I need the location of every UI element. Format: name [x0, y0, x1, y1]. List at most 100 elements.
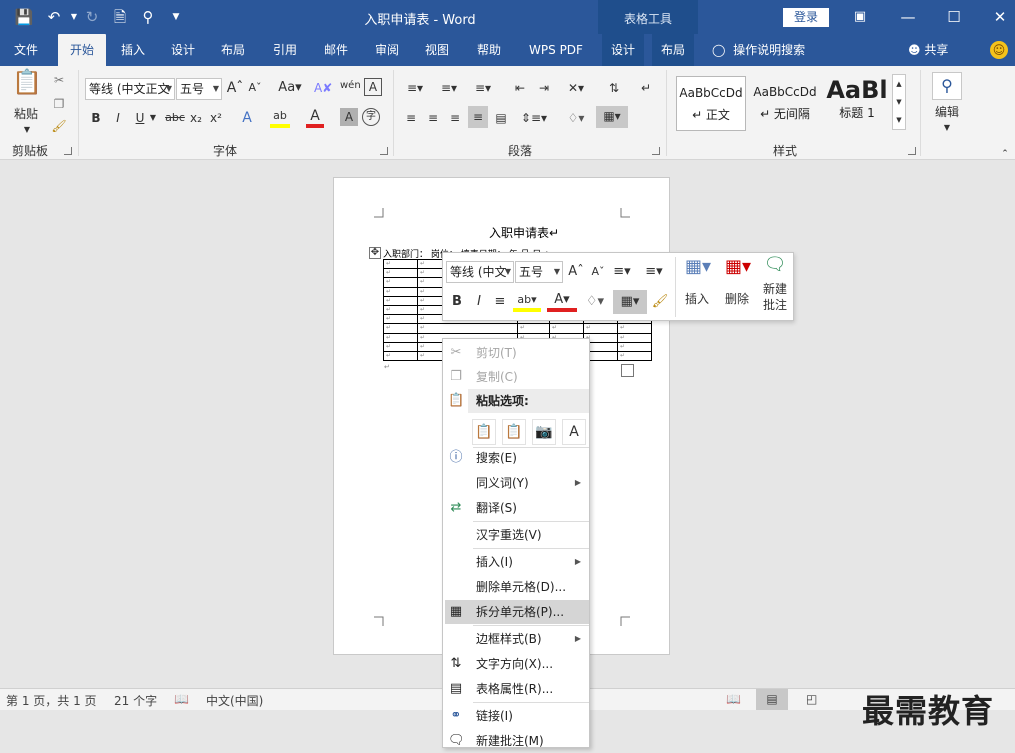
mini-shrink-font-icon[interactable]: Aˇ	[589, 262, 607, 282]
styles-launcher-icon[interactable]	[908, 147, 916, 155]
tab-mailings[interactable]: 邮件	[313, 34, 359, 66]
editing-dropdown-icon[interactable]: ▼	[940, 118, 954, 138]
enclose-characters-icon[interactable]: 字	[362, 108, 380, 126]
share-button[interactable]: ☻ 共享	[908, 34, 948, 66]
table-cell[interactable]: ↵	[383, 332, 418, 343]
decrease-indent-icon[interactable]: ⇤	[510, 78, 530, 98]
tab-insert[interactable]: 插入	[110, 34, 156, 66]
menu-split-cells[interactable]: ▦ 拆分单元格(P)...	[445, 600, 589, 624]
table-cell[interactable]: ↵	[383, 314, 418, 325]
table-delete-icon[interactable]: ▦▾	[721, 257, 755, 277]
paragraph-launcher-icon[interactable]	[652, 147, 660, 155]
tab-table-design[interactable]: 设计	[602, 34, 644, 66]
superscript-button[interactable]: x²	[208, 108, 224, 128]
format-painter-icon[interactable]: 🖌	[50, 116, 68, 136]
tab-home[interactable]: 开始	[58, 34, 106, 66]
mini-numbering-icon[interactable]: ≡▾	[641, 262, 667, 282]
mini-highlight-icon[interactable]: ab▾	[513, 290, 541, 312]
line-spacing-icon[interactable]: ⇕≡▾	[520, 108, 548, 128]
menu-reconvert[interactable]: 汉字重选(V)	[443, 523, 589, 547]
highlight-color-icon[interactable]: ab	[270, 106, 290, 128]
collapse-ribbon-icon[interactable]: ⌃	[998, 144, 1012, 164]
table-cell[interactable]: ↵	[383, 286, 418, 297]
menu-text-direction[interactable]: ⇅ 文字方向(X)...	[443, 652, 589, 676]
ribbon-display-options-icon[interactable]: ▣	[848, 6, 872, 28]
new-comment-icon[interactable]: 🗨	[759, 255, 791, 275]
style-normal[interactable]: AaBbCcDd ↵ 正文	[676, 76, 746, 131]
new-document-icon[interactable]: 🗎	[110, 7, 130, 27]
table-cell[interactable]: ↵	[417, 323, 518, 334]
menu-link[interactable]: ⚭ 链接(I)	[443, 704, 589, 728]
paste-icon[interactable]: 📋	[10, 70, 44, 104]
paste-merge-formatting-icon[interactable]: 📋	[502, 419, 526, 445]
menu-insert[interactable]: 插入(I) ▶	[443, 550, 589, 574]
tab-review[interactable]: 审阅	[364, 34, 410, 66]
menu-table-properties[interactable]: ▤ 表格属性(R)...	[443, 677, 589, 701]
style-no-spacing[interactable]: AaBbCcDd ↵ 无间隔	[750, 76, 820, 131]
font-name-combo[interactable]: 等线 (中文正文 ▼	[85, 78, 175, 100]
new-comment-button[interactable]: 新建 批注	[757, 281, 793, 313]
mini-font-color-icon[interactable]: A▾	[547, 290, 577, 312]
table-cell[interactable]: ↵	[617, 323, 652, 334]
minimize-icon[interactable]: —	[896, 6, 920, 28]
mini-italic-button[interactable]: I	[471, 292, 487, 312]
save-icon[interactable]: 💾	[14, 7, 34, 27]
tab-layout[interactable]: 布局	[210, 34, 256, 66]
chinese-layout-icon[interactable]: ✕▾	[562, 78, 590, 98]
table-cell[interactable]: ↵	[617, 332, 652, 343]
undo-dropdown-icon[interactable]: ▼	[64, 7, 84, 27]
strikethrough-button[interactable]: abc	[164, 108, 186, 128]
tab-table-layout[interactable]: 布局	[652, 34, 694, 66]
bold-button[interactable]: B	[88, 108, 104, 128]
italic-button[interactable]: I	[110, 108, 126, 128]
styles-scroll[interactable]: ▲ ▼ ▼	[892, 74, 906, 130]
paste-text-only-icon[interactable]: A	[562, 419, 586, 445]
table-cell[interactable]: ↵	[617, 350, 652, 362]
table-cell[interactable]: ↵	[383, 323, 418, 334]
table-insert-button[interactable]: 插入	[679, 289, 715, 309]
paste-keep-formatting-icon[interactable]: 📋	[472, 419, 496, 445]
character-shading-icon[interactable]: A	[340, 108, 358, 126]
bullets-icon[interactable]: ≡▾	[402, 78, 428, 98]
table-cell[interactable]: ↵	[383, 304, 418, 316]
mini-font-combo[interactable]: 等线 (中文 ▼	[446, 261, 514, 283]
page-count[interactable]: 第 1 页，共 1 页	[6, 692, 97, 709]
undo-icon[interactable]: ↶	[44, 7, 64, 27]
grow-font-icon[interactable]: Aˆ	[226, 78, 244, 98]
subscript-button[interactable]: x₂	[188, 108, 204, 128]
mini-format-painter-icon[interactable]: 🖌	[651, 292, 669, 312]
tab-file[interactable]: 文件	[0, 34, 52, 66]
font-launcher-icon[interactable]	[380, 147, 388, 155]
table-resize-handle[interactable]	[621, 364, 634, 377]
read-mode-icon[interactable]: 📖	[726, 692, 741, 706]
increase-indent-icon[interactable]: ⇥	[534, 78, 554, 98]
phonetic-guide-icon[interactable]: wén	[340, 76, 361, 96]
menu-synonym[interactable]: 同义词(Y) ▶	[443, 471, 589, 495]
table-delete-button[interactable]: 删除	[719, 289, 755, 309]
table-cell[interactable]: ↵	[383, 258, 418, 270]
table-cell[interactable]: ↵	[617, 341, 652, 352]
search-icon[interactable]: ⚲	[932, 72, 962, 100]
mini-bold-button[interactable]: B	[449, 292, 465, 312]
mini-size-combo[interactable]: 五号 ▼	[515, 261, 563, 283]
table-cell[interactable]: ↵	[383, 268, 418, 279]
word-count[interactable]: 21 个字	[114, 692, 157, 709]
table-move-handle[interactable]: ✥	[369, 247, 381, 259]
menu-translate[interactable]: ⇄ 翻译(S)	[443, 496, 589, 520]
text-effects-icon[interactable]: A	[238, 108, 256, 128]
login-button[interactable]: 登录	[783, 8, 829, 27]
maximize-icon[interactable]: ☐	[942, 6, 966, 28]
proofing-icon[interactable]: 📖	[174, 692, 189, 706]
change-case-icon[interactable]: Aa▾	[276, 78, 304, 98]
paste-picture-icon[interactable]: 📷	[532, 419, 556, 445]
sort-icon[interactable]: ⇅	[604, 78, 624, 98]
underline-dropdown-icon[interactable]: ▼	[148, 108, 158, 128]
distributed-icon[interactable]: ▤	[492, 108, 510, 128]
table-cell[interactable]: ↵	[583, 323, 618, 334]
clipboard-launcher-icon[interactable]	[64, 147, 72, 155]
numbering-icon[interactable]: ≡▾	[436, 78, 462, 98]
shrink-font-icon[interactable]: Aˇ	[246, 78, 264, 98]
font-size-combo[interactable]: 五号 ▼	[176, 78, 222, 100]
cut-icon[interactable]: ✂	[50, 70, 68, 90]
tab-help[interactable]: 帮助	[466, 34, 512, 66]
